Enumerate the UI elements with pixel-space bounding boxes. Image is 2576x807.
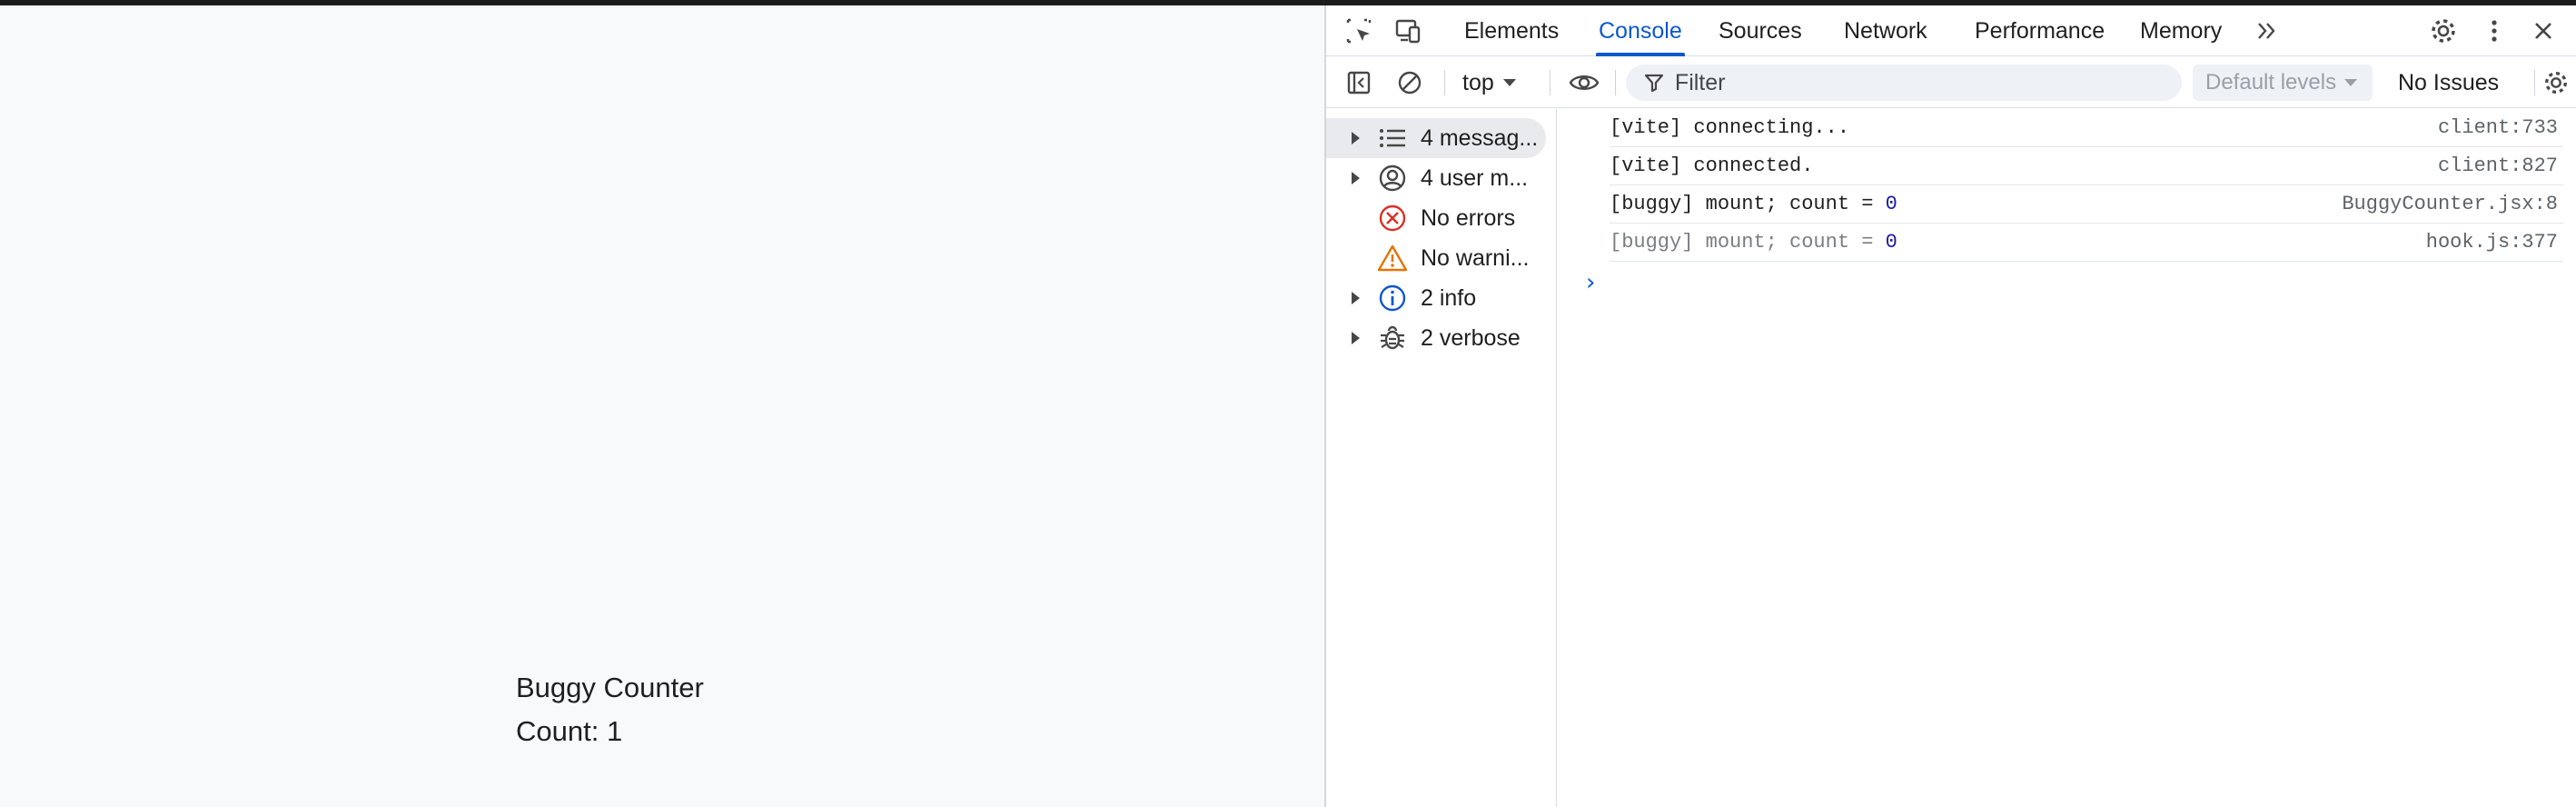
filter-input[interactable] [1674,69,2182,96]
console-sidebar: 4 messag... 4 user m... No errors No war… [1326,109,1557,807]
live-expression-eye-icon[interactable] [1564,63,1604,103]
console-message: [buggy] mount; count = 0 hook.js:377 [1610,224,2563,262]
log-levels-label: Default levels [2205,70,2337,95]
sidebar-item-label: No warni... [1421,244,1530,271]
console-message: [vite] connecting... client:733 [1610,109,2563,147]
console-toolbar: top Default levels No Issues [1326,57,2576,108]
sidebar-item-label: 4 messag... [1421,125,1539,151]
tab-elements[interactable]: Elements [1464,5,1559,56]
expand-arrow-icon[interactable] [1352,292,1360,304]
message-source-link[interactable]: BuggyCounter.jsx:8 [2342,193,2558,215]
message-prefix: [buggy] mount; count = [1610,193,1886,215]
issues-button[interactable]: No Issues [2398,65,2499,101]
expand-arrow-icon[interactable] [1352,332,1360,344]
message-text: [buggy] mount; count = 0 [1610,193,1897,215]
message-source-link[interactable]: client:827 [2438,154,2558,177]
close-icon[interactable] [2523,11,2563,51]
tab-console[interactable]: Console [1596,5,1685,56]
console-prompt-chevron-icon[interactable]: › [1586,269,1595,296]
more-options-icon[interactable] [2474,11,2514,51]
console-message: [vite] connected. client:827 [1610,147,2563,185]
sidebar-item-errors[interactable]: No errors [1326,198,1557,238]
toolbar-divider [1550,70,1551,95]
message-source-link[interactable]: hook.js:377 [2426,231,2558,254]
toolbar-divider [1615,70,1616,95]
page-viewport: Buggy Counter Count: 1 [0,5,1324,807]
sidebar-item-label: No errors [1421,204,1516,231]
console-output: [vite] connecting... client:733 [vite] c… [1559,109,2576,807]
filter-funnel-icon [1644,74,1664,93]
warning-icon [1377,243,1408,274]
expand-arrow-icon[interactable] [1352,132,1360,144]
message-text: [buggy] mount; count = 0 [1610,231,1897,254]
devtools-panel: Elements Console Sources Network Perform… [1324,5,2576,807]
toolbar-divider [2534,70,2535,95]
count-display: Count: 1 [516,715,623,747]
tab-network[interactable]: Network [1844,5,1927,56]
info-icon [1377,283,1408,314]
bug-icon [1377,323,1408,354]
message-text: [vite] connected. [1610,154,1814,177]
settings-gear-icon[interactable] [2423,11,2463,51]
sidebar-item-label: 2 info [1421,284,1477,311]
sidebar-item-user-messages[interactable]: 4 user m... [1326,158,1557,198]
console-message: [buggy] mount; count = 0 BuggyCounter.js… [1610,185,2563,224]
sidebar-item-info[interactable]: 2 info [1326,278,1557,318]
message-source-link[interactable]: client:733 [2438,116,2558,139]
message-number-value: 0 [1885,193,1897,215]
user-icon [1377,163,1408,194]
sidebar-item-label: 2 verbose [1421,324,1521,351]
console-settings-gear-icon[interactable] [2536,63,2576,103]
message-text: [vite] connecting... [1610,116,1850,139]
message-number-value: 0 [1885,231,1897,254]
clear-console-icon[interactable] [1390,63,1430,103]
context-label: top [1462,69,1494,95]
toggle-sidebar-icon[interactable] [1339,63,1379,103]
sidebar-item-warnings[interactable]: No warni... [1326,238,1557,278]
list-icon [1377,123,1408,154]
filter-box[interactable] [1626,65,2182,101]
sidebar-item-label: 4 user m... [1421,164,1529,191]
sidebar-item-verbose[interactable]: 2 verbose [1326,318,1557,358]
message-prefix: [buggy] mount; count = [1610,231,1886,254]
inspect-element-icon[interactable] [1339,11,1379,51]
dropdown-arrow-icon [1502,79,1516,86]
tab-performance[interactable]: Performance [1975,5,2105,56]
error-icon [1377,203,1408,234]
tab-sources[interactable]: Sources [1719,5,1802,56]
log-levels-dropdown[interactable]: Default levels [2193,65,2373,101]
more-tabs-icon[interactable] [2247,11,2287,51]
device-toolbar-icon[interactable] [1388,11,1428,51]
sidebar-item-messages[interactable]: 4 messag... [1326,118,1546,158]
context-selector[interactable]: top [1462,65,1518,100]
expand-arrow-icon[interactable] [1352,172,1360,184]
toolbar-divider [1444,70,1445,95]
devtools-tabbar: Elements Console Sources Network Perform… [1326,5,2576,56]
dropdown-arrow-icon [2344,79,2358,86]
app-title: Buggy Counter [516,672,704,703]
tab-memory[interactable]: Memory [2140,5,2222,56]
